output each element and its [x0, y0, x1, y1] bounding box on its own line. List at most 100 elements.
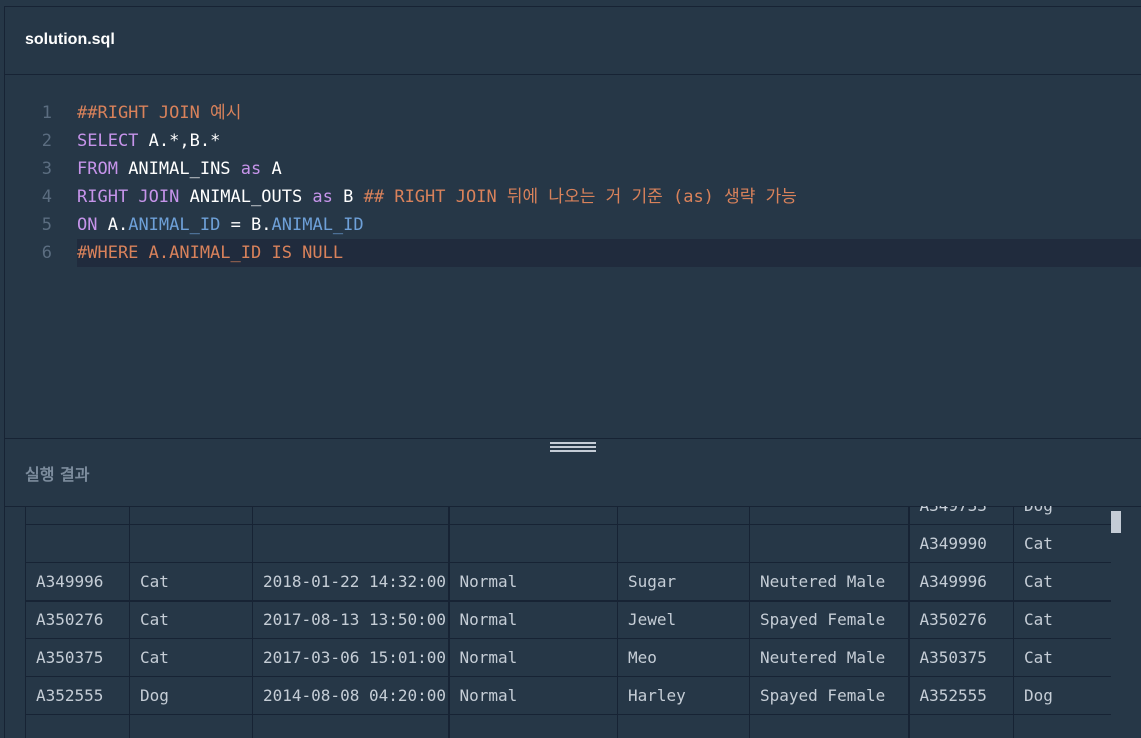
table-cell: Meo	[618, 639, 750, 677]
table-row: A349996Cat2018-01-22 14:32:00NormalSugar…	[26, 563, 1112, 601]
code-token: ## RIGHT JOIN 뒤에 나오는 거 기준 (as) 생략 가능	[364, 187, 797, 207]
table-cell	[618, 506, 750, 525]
table-cell: Cat	[1014, 525, 1112, 563]
table-cell: A350375	[909, 639, 1014, 677]
table-cell: A350276	[26, 601, 130, 639]
code-token: A.	[97, 215, 128, 235]
table-cell: Neutered Male	[750, 563, 909, 601]
table-row: A349990Cat	[26, 525, 1112, 563]
code-token: A.*,B.*	[138, 131, 220, 151]
table-cell	[26, 506, 130, 525]
table-row	[26, 715, 1112, 738]
code-line[interactable]: 2 SELECT A.*,B.*	[5, 127, 1141, 155]
code-line-active[interactable]: #WHERE A.ANIMAL_ID IS NULL	[77, 239, 1141, 267]
table-cell	[449, 506, 618, 525]
table-cell	[618, 715, 750, 738]
table-cell: Cat	[130, 601, 253, 639]
table-cell	[750, 715, 909, 738]
table-cell	[130, 506, 253, 525]
line-number: 4	[5, 183, 52, 211]
file-header: solution.sql	[5, 7, 1141, 75]
table-cell: Spayed Female	[750, 601, 909, 639]
line-number: 6	[5, 239, 52, 267]
table-cell: A352555	[26, 677, 130, 715]
table-cell: A349733	[909, 506, 1014, 525]
table-cell: A350276	[909, 601, 1014, 639]
code-text[interactable]: #WHERE A.ANIMAL_ID IS NULL	[77, 239, 343, 267]
line-number: 1	[5, 99, 52, 127]
code-text[interactable]: FROM ANIMAL_INS as A	[77, 155, 282, 183]
table-cell: Jewel	[618, 601, 750, 639]
table-cell	[1014, 715, 1112, 738]
table-cell: A352555	[909, 677, 1014, 715]
code-line[interactable]: 5 ON A.ANIMAL_ID = B.ANIMAL_ID	[5, 211, 1141, 239]
table-cell: Normal	[449, 677, 618, 715]
code-token: RIGHT JOIN	[77, 187, 179, 207]
result-header: 실행 결과	[5, 438, 1141, 507]
table-cell: Cat	[1014, 639, 1112, 677]
table-cell: Dog	[1014, 677, 1112, 715]
table-row: A352555Dog2014-08-08 04:20:00NormalHarle…	[26, 677, 1112, 715]
table-cell	[750, 525, 909, 563]
code-text[interactable]: SELECT A.*,B.*	[77, 127, 220, 155]
table-cell: Cat	[1014, 563, 1112, 601]
file-tab-title[interactable]: solution.sql	[25, 31, 115, 49]
table-cell	[130, 715, 253, 738]
code-editor[interactable]: 1 ##RIGHT JOIN 예시 2 SELECT A.*,B.* 3 FRO…	[5, 75, 1141, 437]
table-cell: A349996	[26, 563, 130, 601]
table-cell: Harley	[618, 677, 750, 715]
table-cell: Normal	[449, 639, 618, 677]
table-cell	[26, 525, 130, 563]
table-cell: 2017-03-06 15:01:00	[253, 639, 449, 677]
code-token: = B.	[220, 215, 271, 235]
code-token: as	[312, 187, 332, 207]
code-token: ANIMAL_ID	[272, 215, 364, 235]
result-title: 실행 결과	[25, 461, 89, 485]
table-cell	[253, 715, 449, 738]
table-cell: 2017-08-13 13:50:00	[253, 601, 449, 639]
line-number: 2	[5, 127, 52, 155]
table-cell: 2018-01-22 14:32:00	[253, 563, 449, 601]
code-text[interactable]: RIGHT JOIN ANIMAL_OUTS as B ## RIGHT JOI…	[77, 183, 797, 211]
table-cell: Dog	[130, 677, 253, 715]
code-line[interactable]: 1 ##RIGHT JOIN 예시	[5, 99, 1141, 127]
table-cell	[909, 715, 1014, 738]
code-token: B	[333, 187, 364, 207]
table-cell	[253, 506, 449, 525]
table-cell: A349990	[909, 525, 1014, 563]
table-cell: Normal	[449, 601, 618, 639]
code-line[interactable]: 4 RIGHT JOIN ANIMAL_OUTS as B ## RIGHT J…	[5, 183, 1141, 211]
code-text[interactable]: ##RIGHT JOIN 예시	[77, 99, 241, 127]
code-token: as	[241, 159, 261, 179]
result-table[interactable]: A349733DogA349990CatA349996Cat2018-01-22…	[25, 506, 1111, 738]
table-cell: Sugar	[618, 563, 750, 601]
code-text[interactable]: ON A.ANIMAL_ID = B.ANIMAL_ID	[77, 211, 364, 239]
code-token: ##RIGHT JOIN 예시	[77, 103, 241, 123]
table-cell	[750, 506, 909, 525]
solution-panel: solution.sql 1 ##RIGHT JOIN 예시 2 SELECT …	[4, 6, 1141, 738]
table-cell: Cat	[1014, 601, 1112, 639]
code-token: ANIMAL_INS	[118, 159, 241, 179]
code-line[interactable]: 3 FROM ANIMAL_INS as A	[5, 155, 1141, 183]
code-token: FROM	[77, 159, 118, 179]
table-cell	[449, 715, 618, 738]
table-cell: Neutered Male	[750, 639, 909, 677]
line-number: 5	[5, 211, 52, 239]
table-cell	[130, 525, 253, 563]
code-token: A	[261, 159, 281, 179]
code-token: SELECT	[77, 131, 138, 151]
code-token: #WHERE A.ANIMAL_ID IS NULL	[77, 243, 343, 263]
code-token: ON	[77, 215, 97, 235]
table-cell: A349996	[909, 563, 1014, 601]
table-cell: 2014-08-08 04:20:00	[253, 677, 449, 715]
resize-handle[interactable]	[550, 442, 596, 452]
table-cell: Normal	[449, 563, 618, 601]
table-row: A350375Cat 2017-03-06 15:01:00NormalMeoNe…	[26, 639, 1112, 677]
code-token: ANIMAL_OUTS	[179, 187, 312, 207]
table-cell: Dog	[1014, 506, 1112, 525]
table-cell: Cat	[130, 563, 253, 601]
code-token: ANIMAL_ID	[128, 215, 220, 235]
scrollbar-thumb[interactable]	[1111, 511, 1121, 533]
table-cell	[253, 525, 449, 563]
table-cell	[618, 525, 750, 563]
